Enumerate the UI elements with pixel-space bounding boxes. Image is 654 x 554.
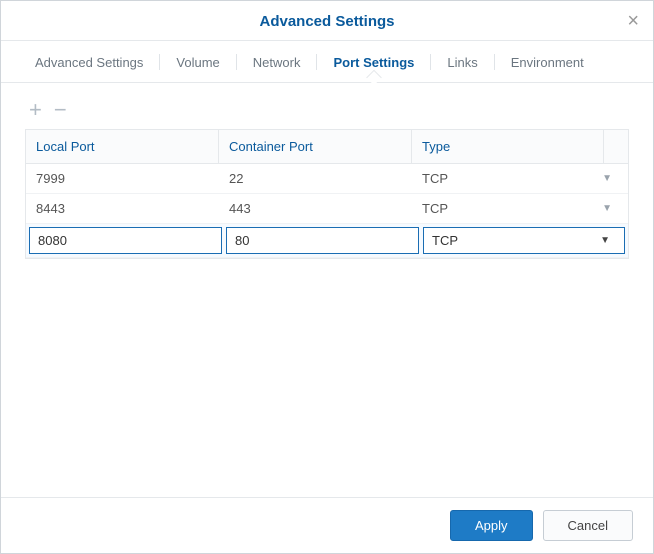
- local-port-input[interactable]: 8080: [29, 227, 222, 254]
- table-row[interactable]: 7999 22 TCP ▼: [26, 164, 628, 194]
- type-select-value: TCP: [432, 233, 458, 248]
- port-table: Local Port Container Port Type 7999 22 T…: [1, 129, 653, 259]
- cell-type-value: TCP: [422, 201, 448, 216]
- container-port-input[interactable]: 80: [226, 227, 419, 254]
- tab-environment[interactable]: Environment: [495, 41, 600, 82]
- cell-container-port: 22: [219, 164, 412, 193]
- chevron-down-icon: ▼: [602, 203, 618, 214]
- column-spacer: [604, 130, 628, 163]
- cell-local-port: 7999: [26, 164, 219, 193]
- cell-type-value: TCP: [422, 171, 448, 186]
- tab-port-settings[interactable]: Port Settings: [317, 41, 430, 82]
- dialog-header: Advanced Settings ×: [1, 1, 653, 41]
- cell-type: TCP ▼: [412, 194, 628, 223]
- table-row[interactable]: 8443 443 TCP ▼: [26, 194, 628, 224]
- toolbar: + −: [1, 83, 653, 129]
- tab-advanced-settings[interactable]: Advanced Settings: [19, 41, 159, 82]
- column-type[interactable]: Type: [412, 130, 604, 163]
- close-icon[interactable]: ×: [627, 11, 639, 31]
- table-row-editing[interactable]: 8080 80 TCP ▼: [26, 224, 628, 258]
- dialog-title: Advanced Settings: [259, 13, 394, 30]
- dialog-footer: Apply Cancel: [1, 497, 653, 553]
- cell-container-port: 443: [219, 194, 412, 223]
- tab-bar: Advanced Settings Volume Network Port Se…: [1, 41, 653, 83]
- tab-volume[interactable]: Volume: [160, 41, 235, 82]
- cell-type: TCP ▼: [412, 164, 628, 193]
- type-select[interactable]: TCP ▼: [423, 227, 625, 254]
- chevron-down-icon: ▼: [602, 173, 618, 184]
- add-icon[interactable]: +: [29, 99, 42, 121]
- remove-icon[interactable]: −: [54, 99, 67, 121]
- column-container-port[interactable]: Container Port: [219, 130, 412, 163]
- cell-local-port: 8443: [26, 194, 219, 223]
- apply-button[interactable]: Apply: [450, 510, 533, 541]
- table-header-row: Local Port Container Port Type: [26, 130, 628, 164]
- cancel-button[interactable]: Cancel: [543, 510, 633, 541]
- chevron-down-icon: ▼: [600, 235, 616, 246]
- tab-links[interactable]: Links: [431, 41, 493, 82]
- column-local-port[interactable]: Local Port: [26, 130, 219, 163]
- tab-network[interactable]: Network: [237, 41, 317, 82]
